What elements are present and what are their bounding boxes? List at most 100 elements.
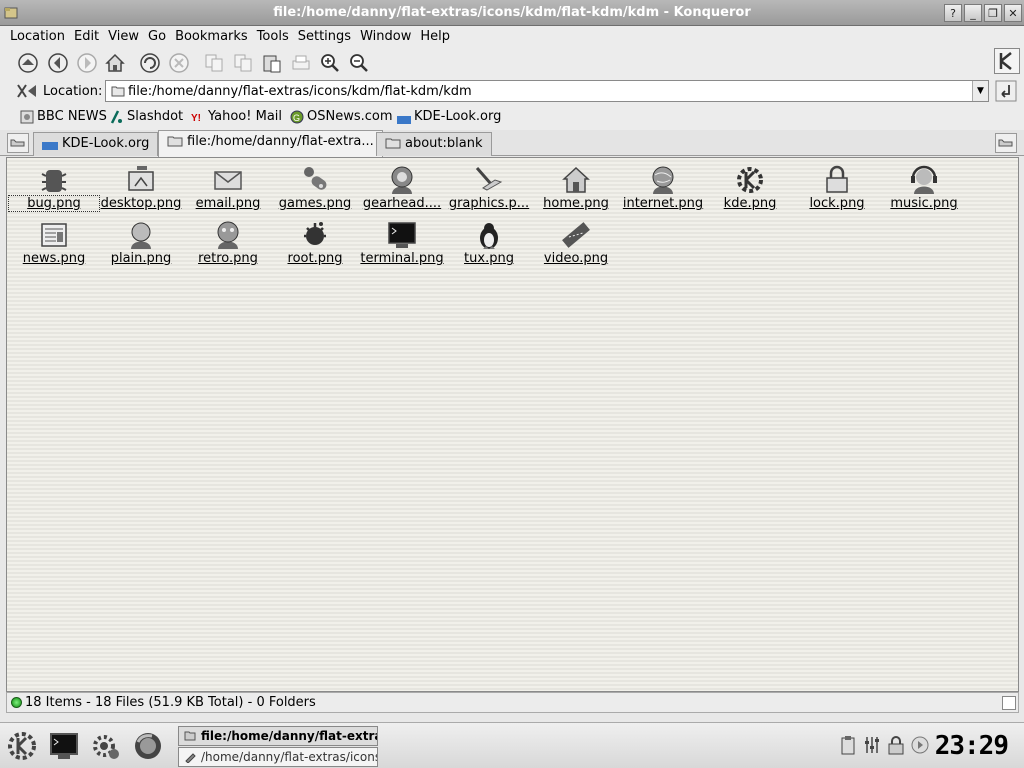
file-item[interactable]: internet.png [618,164,708,211]
file-view[interactable]: bug.png desktop.png email.png games.png … [6,157,1019,692]
file-item[interactable]: root.png [270,219,360,266]
tab-file-browser[interactable]: file:/home/danny/flat-extra... [158,130,383,157]
graphics-icon [475,167,503,191]
file-item[interactable]: desktop.png [96,164,186,211]
control-center-launcher[interactable] [88,728,124,764]
minimize-button[interactable]: _ [964,4,982,22]
email-icon [214,171,242,190]
home-button[interactable] [103,51,127,75]
gear-icon [93,735,119,759]
plain-icon [131,222,151,249]
maximize-button[interactable]: ❐ [984,4,1002,22]
reload-icon [140,53,160,73]
location-input[interactable]: file:/home/danny/flat-extras/icons/kdm/f… [105,80,989,102]
menu-view[interactable]: View [104,26,143,48]
bookmark-icon [20,110,34,123]
kde-look-icon [42,142,58,150]
file-item[interactable]: home.png [531,164,621,211]
file-item[interactable]: gearhead.... [357,164,447,211]
menu-help[interactable]: Help [416,26,454,48]
file-item[interactable]: terminal.png [357,219,447,266]
file-item[interactable]: retro.png [183,219,273,266]
menu-window[interactable]: Window [356,26,415,48]
copy-button[interactable] [231,51,255,75]
file-item[interactable]: music.png [879,164,969,211]
lock-screen-icon[interactable] [886,735,906,755]
file-item[interactable]: tux.png [444,219,534,266]
menu-settings[interactable]: Settings [294,26,355,48]
cut-button[interactable] [202,51,226,75]
taskbar-task-konqueror[interactable]: file:/home/danny/flat-extra [178,726,378,746]
menu-tools[interactable]: Tools [253,26,293,48]
home-icon [105,53,125,72]
zoom-in-button[interactable] [318,51,342,75]
tab-kde-look[interactable]: KDE-Look.org [33,132,159,156]
paste-button[interactable] [260,51,284,75]
file-item[interactable]: graphics.p... [444,164,534,211]
svg-text:G: G [293,113,300,123]
bookmark-yahoo-mail[interactable]: Y! Yahoo! Mail [191,109,282,124]
close-tab-icon [998,139,1013,147]
bug-icon [41,170,67,192]
file-item[interactable]: kde.png [705,164,795,211]
window-titlebar[interactable]: file:/home/danny/flat-extras/icons/kdm/f… [0,0,1024,26]
file-item[interactable]: plain.png [96,219,186,266]
reload-button[interactable] [138,51,162,75]
forward-button[interactable] [75,51,99,75]
up-button[interactable] [16,51,40,75]
back-button[interactable] [46,51,70,75]
pencil-icon [185,753,196,763]
retro-icon [217,221,239,249]
print-button[interactable] [289,51,313,75]
menu-edit[interactable]: Edit [70,26,103,48]
new-tab-button[interactable] [7,133,29,153]
mixer-icon[interactable] [862,735,882,755]
folder-icon [184,731,196,741]
up-icon [18,53,38,73]
clear-location-icon[interactable] [16,83,38,99]
go-icon[interactable] [995,80,1017,102]
new-tab-icon [10,139,25,147]
kmenu-button[interactable] [4,728,40,764]
logout-icon[interactable] [910,735,930,755]
cut-icon [205,54,223,72]
status-indicator-icon [11,697,22,708]
link-view-checkbox[interactable] [1002,696,1016,710]
lock-icon [826,165,848,193]
stop-icon [169,53,189,73]
location-dropdown-button[interactable]: ▼ [972,81,988,101]
bookmark-slashdot[interactable]: Slashdot [110,109,183,124]
close-tab-button[interactable] [995,133,1017,153]
taskbar-task-terminal[interactable]: /home/danny/flat-extras/icons/ [178,747,378,767]
menu-bookmarks[interactable]: Bookmarks [171,26,252,48]
bookmark-label: KDE-Look.org [414,109,502,124]
file-item[interactable]: video.png [531,219,621,266]
clipboard-icon[interactable] [838,735,858,755]
file-item[interactable]: news.png [9,219,99,266]
browser-launcher[interactable] [130,728,166,764]
bookmark-bbc[interactable]: BBC NEWS [20,109,107,124]
terminal-launcher[interactable] [46,728,82,764]
file-item[interactable]: games.png [270,164,360,211]
bookmark-osnews[interactable]: G OSNews.com [290,109,393,124]
tab-about-blank[interactable]: about:blank [376,132,492,156]
bookmark-kde-look[interactable]: KDE-Look.org [397,109,501,124]
menu-go[interactable]: Go [144,26,170,48]
menu-location[interactable]: Location [6,26,69,48]
paste-icon [263,55,281,73]
bookmark-label: OSNews.com [307,109,393,124]
main-toolbar [0,48,1024,78]
close-button[interactable]: ✕ [1004,4,1022,22]
file-item[interactable]: lock.png [792,164,882,211]
stop-button[interactable] [167,51,191,75]
clock[interactable]: 23:29 [935,731,1009,761]
menubar: Location Edit View Go Bookmarks Tools Se… [0,26,1024,48]
zoom-out-button[interactable] [347,51,371,75]
help-button[interactable]: ? [944,4,962,22]
desktop-icon [128,166,154,191]
file-item[interactable]: email.png [183,164,273,211]
kde-activity-button[interactable] [994,48,1020,74]
file-item[interactable]: bug.png [8,164,100,212]
bookmark-label: BBC NEWS [37,109,107,124]
gearhead-icon [391,166,413,194]
